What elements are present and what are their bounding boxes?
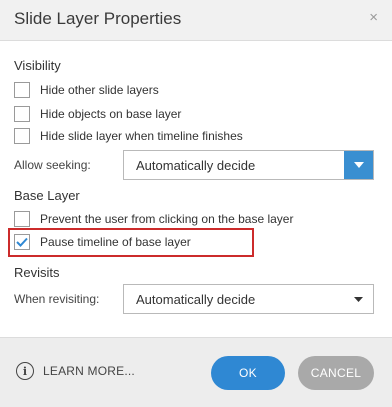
dialog-footer: i LEARN MORE... OK CANCEL — [0, 337, 392, 407]
prevent-clicking-checkbox[interactable] — [14, 211, 30, 227]
checkmark-icon — [16, 237, 28, 247]
hide-base-objects-checkbox[interactable] — [14, 106, 30, 122]
dialog-title: Slide Layer Properties — [14, 9, 182, 28]
info-icon: i — [16, 362, 34, 380]
allow-seeking-label: Allow seeking: — [14, 158, 91, 172]
hide-base-objects-option[interactable]: Hide objects on base layer — [14, 105, 181, 123]
when-revisiting-select[interactable]: Automatically decide — [123, 284, 374, 314]
cancel-button[interactable]: CANCEL — [298, 356, 374, 390]
revisits-heading: Revisits — [14, 265, 60, 280]
chevron-down-icon[interactable] — [344, 151, 373, 179]
learn-more-label: LEARN MORE... — [43, 364, 135, 378]
learn-more-link[interactable]: i LEARN MORE... — [16, 362, 135, 380]
visibility-heading: Visibility — [14, 58, 61, 73]
prevent-clicking-option[interactable]: Prevent the user from clicking on the ba… — [14, 210, 293, 228]
pause-timeline-checkbox[interactable] — [14, 234, 30, 250]
pause-timeline-label: Pause timeline of base layer — [40, 235, 191, 249]
allow-seeking-value: Automatically decide — [136, 158, 256, 173]
hide-base-objects-label: Hide objects on base layer — [40, 107, 182, 121]
hide-other-layers-label: Hide other slide layers — [40, 83, 159, 97]
hide-when-finishes-option[interactable]: Hide slide layer when timeline finishes — [14, 127, 243, 145]
hide-other-layers-option[interactable]: Hide other slide layers — [14, 81, 159, 99]
close-icon[interactable]: × — [369, 9, 378, 26]
hide-when-finishes-label: Hide slide layer when timeline finishes — [40, 129, 243, 143]
chevron-down-icon[interactable] — [351, 291, 365, 307]
pause-timeline-option[interactable]: Pause timeline of base layer — [14, 233, 191, 251]
dialog-title-bar: Slide Layer Properties × — [0, 0, 392, 41]
base-layer-heading: Base Layer — [14, 188, 80, 203]
when-revisiting-value: Automatically decide — [136, 292, 256, 307]
prevent-clicking-label: Prevent the user from clicking on the ba… — [40, 212, 294, 226]
hide-when-finishes-checkbox[interactable] — [14, 128, 30, 144]
hide-other-layers-checkbox[interactable] — [14, 82, 30, 98]
ok-button[interactable]: OK — [211, 356, 285, 390]
allow-seeking-select[interactable]: Automatically decide — [123, 150, 374, 180]
when-revisiting-label: When revisiting: — [14, 292, 100, 306]
